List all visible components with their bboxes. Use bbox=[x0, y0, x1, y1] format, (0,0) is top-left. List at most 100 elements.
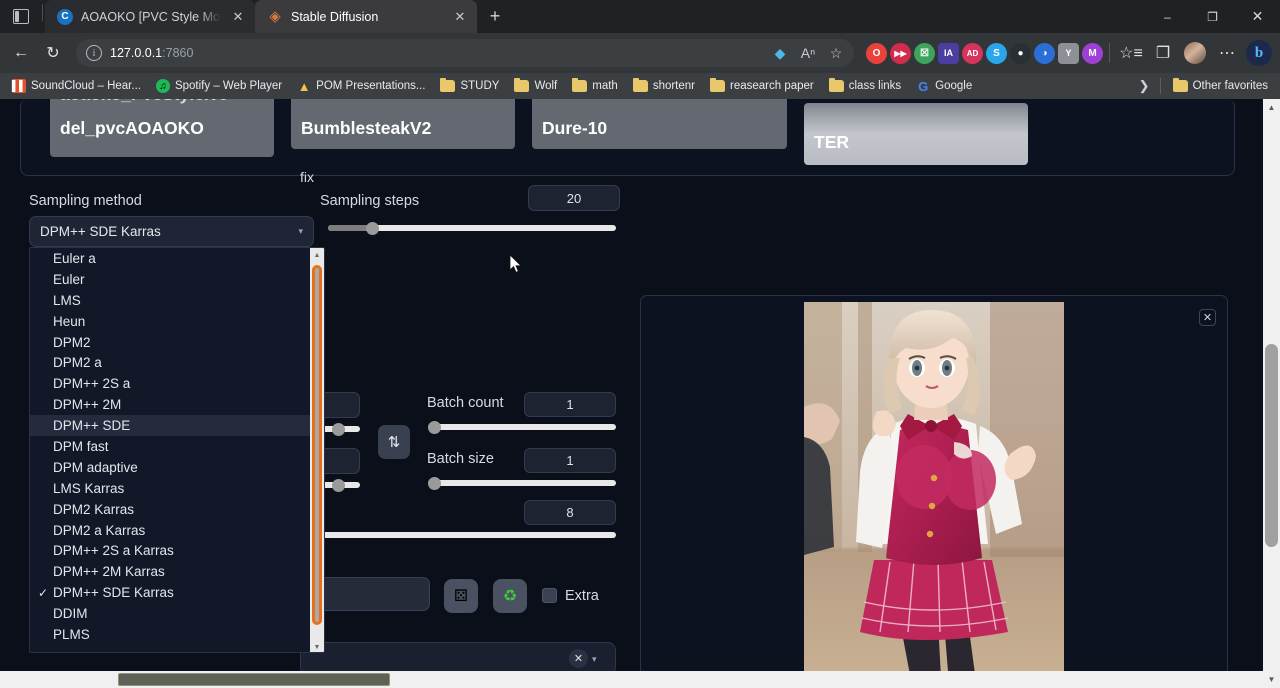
option-dpm2[interactable]: DPM2 bbox=[30, 332, 324, 353]
trash-extension-icon[interactable]: ☒ bbox=[914, 43, 935, 64]
result-image-panel: ✕ bbox=[640, 295, 1228, 688]
cfg-scale-value[interactable]: 8 bbox=[524, 500, 616, 525]
option-dpmpp-2s-a-karras[interactable]: DPM++ 2S a Karras bbox=[30, 540, 324, 561]
window-close-button[interactable]: ✕ bbox=[1235, 0, 1280, 33]
chevron-down-icon[interactable]: ▾ bbox=[592, 654, 597, 665]
bookmark-google[interactable]: G Google bbox=[910, 77, 978, 95]
generated-image[interactable] bbox=[804, 302, 1064, 688]
batch-count-slider[interactable] bbox=[428, 424, 616, 430]
color-extension-icon[interactable]: ◑ bbox=[1034, 43, 1055, 64]
scroll-down-arrow-icon[interactable]: ▼ bbox=[310, 640, 324, 653]
batch-size-slider[interactable] bbox=[428, 480, 616, 486]
tab-search-icon bbox=[13, 9, 29, 24]
option-dpmpp-sde[interactable]: DPM++ SDE bbox=[30, 415, 324, 436]
site-info-icon[interactable]: i bbox=[86, 45, 102, 61]
option-dpm-adaptive[interactable]: DPM adaptive bbox=[30, 457, 324, 478]
option-ddim[interactable]: DDIM bbox=[30, 603, 324, 624]
sampling-steps-value[interactable]: 20 bbox=[528, 185, 620, 211]
opera-extension-icon[interactable]: O bbox=[866, 43, 887, 64]
option-plms[interactable]: PLMS bbox=[30, 624, 324, 645]
bookmark-math[interactable]: math bbox=[566, 78, 624, 94]
bookmark-research-paper[interactable]: reasearch paper bbox=[704, 78, 820, 94]
split-screen-icon[interactable]: ❐ bbox=[1148, 38, 1178, 68]
scroll-up-arrow-icon[interactable]: ▲ bbox=[310, 248, 324, 262]
shazam-extension-icon[interactable]: S bbox=[986, 43, 1007, 64]
minimize-button[interactable]: – bbox=[1145, 0, 1190, 33]
option-dpmpp-2m[interactable]: DPM++ 2M bbox=[30, 394, 324, 415]
page-horizontal-scrollbar[interactable] bbox=[0, 671, 1264, 688]
collections-icon[interactable]: ☆≡ bbox=[1116, 38, 1146, 68]
bookmark-study[interactable]: STUDY bbox=[434, 78, 505, 94]
option-euler[interactable]: Euler bbox=[30, 269, 324, 290]
option-dpm2-karras[interactable]: DPM2 Karras bbox=[30, 499, 324, 520]
page-vertical-scrollbar[interactable]: ▲ ▼ bbox=[1263, 99, 1280, 688]
model-card-bumblesteak[interactable]: BumblesteakV2 bbox=[291, 99, 515, 149]
bing-copilot-icon[interactable]: b bbox=[1244, 38, 1274, 68]
maximize-button[interactable]: ❐ bbox=[1190, 0, 1235, 33]
tab-civitai[interactable]: C AOAOKO [PVC Style Model] - PV ✕ bbox=[45, 0, 255, 33]
magnet-extension-icon[interactable]: M bbox=[1082, 43, 1103, 64]
reuse-seed-recycle-button[interactable]: ♻ bbox=[493, 579, 527, 613]
bookmark-wolf[interactable]: Wolf bbox=[508, 78, 563, 94]
option-dpmpp-2m-karras[interactable]: DPM++ 2M Karras bbox=[30, 561, 324, 582]
scroll-down-arrow-icon[interactable]: ▼ bbox=[1263, 671, 1280, 688]
bookmark-other-favorites[interactable]: Other favorites bbox=[1167, 78, 1274, 94]
soundcloud-icon: ▌▌ bbox=[12, 79, 26, 93]
model-card-ter[interactable]: TER bbox=[804, 103, 1028, 165]
tab-actions-button[interactable] bbox=[0, 0, 42, 33]
bookmark-soundcloud[interactable]: ▌▌ SoundCloud – Hear... bbox=[6, 77, 147, 95]
option-heun[interactable]: Heun bbox=[30, 311, 324, 332]
swap-dimensions-button[interactable]: ⇅ bbox=[378, 425, 410, 459]
bookmark-label: STUDY bbox=[460, 80, 499, 92]
tab-close-icon[interactable]: ✕ bbox=[229, 8, 247, 26]
sampling-method-options-list[interactable]: Euler a Euler LMS Heun DPM2 DPM2 a DPM++… bbox=[29, 247, 325, 653]
chevron-right-icon[interactable]: ❯ bbox=[1135, 78, 1154, 94]
batch-size-value[interactable]: 1 bbox=[524, 448, 616, 473]
bookmark-class-links[interactable]: class links bbox=[823, 78, 907, 94]
tab-close-icon[interactable]: ✕ bbox=[451, 8, 469, 26]
model-card-aoaoko[interactable]: aoaoko_PvcStyle.v0 del_pvcAOAOKO bbox=[50, 99, 274, 157]
option-dpm2-a-karras[interactable]: DPM2 a Karras bbox=[30, 520, 324, 541]
back-arrow-icon[interactable]: ← bbox=[6, 38, 36, 68]
model-card-dure10[interactable]: Dure-10 bbox=[532, 99, 787, 149]
option-lms-karras[interactable]: LMS Karras bbox=[30, 478, 324, 499]
read-aloud-icon[interactable]: Aⁿ bbox=[796, 41, 820, 65]
location-extension-icon[interactable]: ● bbox=[1010, 43, 1031, 64]
option-dpmpp-2s-a[interactable]: DPM++ 2S a bbox=[30, 373, 324, 394]
sampling-method-dropdown[interactable]: DPM++ SDE Karras ▾ bbox=[29, 216, 314, 247]
settings-and-more-icon[interactable]: ⋯ bbox=[1212, 38, 1242, 68]
dropdown-scrollbar[interactable]: ▲ ▼ bbox=[310, 248, 324, 653]
profile-avatar[interactable] bbox=[1180, 38, 1210, 68]
option-euler-a[interactable]: Euler a bbox=[30, 248, 324, 269]
tab-stable-diffusion[interactable]: ◈ Stable Diffusion ✕ bbox=[255, 0, 477, 33]
bookmark-shortenr[interactable]: shortenr bbox=[627, 78, 701, 94]
batch-count-value[interactable]: 1 bbox=[524, 392, 616, 417]
scrollbar-thumb[interactable] bbox=[312, 265, 322, 625]
option-lms[interactable]: LMS bbox=[30, 290, 324, 311]
bookmark-pom-presentations[interactable]: ▲ POM Presentations... bbox=[291, 77, 431, 95]
bookmark-label: reasearch paper bbox=[730, 80, 814, 92]
scroll-up-arrow-icon[interactable]: ▲ bbox=[1263, 99, 1280, 116]
close-icon[interactable]: ✕ bbox=[1199, 309, 1216, 326]
clear-icon[interactable]: ✕ bbox=[569, 649, 588, 668]
extra-checkbox[interactable] bbox=[542, 588, 557, 603]
bookmark-spotify[interactable]: ♫ Spotify – Web Player bbox=[150, 77, 288, 95]
internet-archive-extension-icon[interactable]: IA bbox=[938, 43, 959, 64]
cfg-scale-slider[interactable] bbox=[320, 532, 616, 538]
option-dpm-fast[interactable]: DPM fast bbox=[30, 436, 324, 457]
reload-icon[interactable]: ↻ bbox=[38, 38, 68, 68]
adblock-extension-icon[interactable]: AD bbox=[962, 43, 983, 64]
scrollbar-thumb[interactable] bbox=[118, 673, 390, 686]
media-extension-icon[interactable]: ▶▶ bbox=[890, 43, 911, 64]
y-extension-icon[interactable]: Y bbox=[1058, 43, 1079, 64]
option-dpmpp-sde-karras[interactable]: ✓ DPM++ SDE Karras bbox=[30, 582, 324, 603]
address-bar[interactable]: i 127.0.0.1:7860 ◆ Aⁿ ☆ bbox=[76, 39, 854, 67]
scrollbar-thumb[interactable] bbox=[1265, 344, 1278, 547]
option-dpm2-a[interactable]: DPM2 a bbox=[30, 352, 324, 373]
random-seed-dice-button[interactable]: ⚄ bbox=[444, 579, 478, 613]
price-tag-icon[interactable]: ◆ bbox=[768, 41, 792, 65]
bookmarks-overflow-area: ❯ Other favorites bbox=[1135, 78, 1274, 94]
new-tab-button[interactable]: + bbox=[481, 2, 509, 30]
sampling-steps-slider[interactable] bbox=[328, 225, 616, 231]
add-favorite-icon[interactable]: ☆ bbox=[824, 41, 848, 65]
